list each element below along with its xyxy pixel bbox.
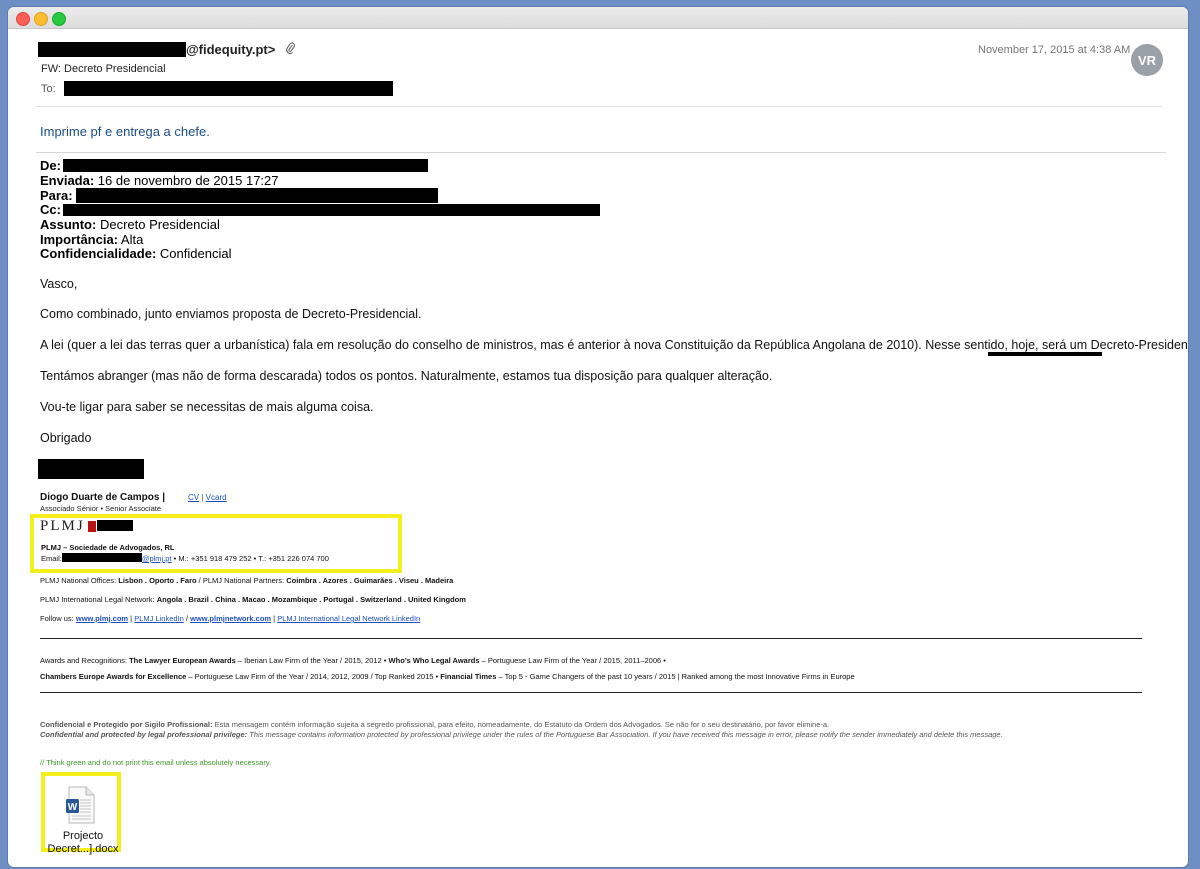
redacted-email-user	[61, 553, 142, 562]
plmj-network-link[interactable]: www.plmjnetwork.com	[190, 614, 271, 623]
body-paragraph-3: Tentámos abranger (mas não de forma desc…	[40, 369, 773, 383]
redacted-logo-text	[97, 520, 133, 531]
green-note: // Think green and do not print this ema…	[40, 758, 272, 767]
awards-divider-bottom	[40, 692, 1142, 693]
original-subject: Assunto: Decreto Presidencial	[40, 217, 220, 232]
original-importance: Importância: Alta	[40, 232, 144, 247]
forward-divider	[36, 152, 1166, 153]
signature-contact: Email: @plmj.pt • M.: +351 918 479 252 • …	[41, 553, 329, 563]
word-letter: W	[68, 802, 78, 813]
word-document-icon[interactable]: W	[66, 786, 96, 824]
redacted-sender-name	[38, 42, 186, 57]
original-to: Para:	[40, 188, 73, 203]
national-offices: PLMJ National Offices: Lisbon . Oporto .…	[40, 576, 454, 585]
signature-links: CV | Vcard	[188, 493, 227, 502]
redacted-signature	[38, 459, 144, 479]
original-from: De:	[40, 158, 61, 173]
closing: Obrigado	[40, 431, 92, 445]
minimize-window-button[interactable]	[34, 12, 48, 26]
message-date: November 17, 2015 at 4:38 AM	[978, 44, 1131, 56]
vcard-link[interactable]: Vcard	[206, 493, 227, 502]
title-bar	[8, 7, 1188, 29]
body-paragraph-2: A lei (quer a lei das terras quer a urba…	[40, 338, 1188, 352]
original-cc: Cc:	[40, 202, 61, 217]
redacted-original-from	[63, 159, 428, 172]
close-window-button[interactable]	[16, 12, 30, 26]
body-paragraph-1: Como combinado, junto enviamos proposta …	[40, 307, 422, 321]
signature-name: Diogo Duarte de Campos |	[40, 492, 166, 503]
plmj-logo: PLMJ	[40, 518, 85, 534]
redacted-original-to	[76, 188, 438, 203]
international-network: PLMJ International Legal Network: Angola…	[40, 595, 466, 604]
greeting: Vasco,	[40, 277, 78, 291]
paperclip-icon	[286, 42, 295, 57]
original-sent: Enviada: 16 de novembro de 2015 17:27	[40, 173, 279, 188]
email-link[interactable]: @plmj.pt	[142, 554, 172, 563]
firm-name: PLMJ – Sociedade de Advogados, RL	[41, 543, 175, 552]
to-label: To:	[41, 83, 56, 95]
signature-role: Associado Sénior • Senior Associate	[40, 504, 162, 513]
forward-note: Imprime pf e entrega a chefe.	[40, 124, 210, 139]
redacted-underline	[988, 352, 1102, 356]
redacted-recipient	[64, 81, 393, 96]
network-linkedin-link[interactable]: PLMJ International Legal Network LinkedI…	[277, 614, 420, 623]
body-paragraph-4: Vou-te ligar para saber se necessitas de…	[40, 400, 374, 414]
sender-address[interactable]: @fidequity.pt>	[186, 42, 275, 57]
zoom-window-button[interactable]	[52, 12, 66, 26]
avatar: VR	[1131, 44, 1163, 76]
message-subject: FW: Decreto Presidencial	[41, 63, 166, 75]
follow-us: Follow us: www.plmj.com | PLMJ LinkedIn …	[40, 614, 421, 623]
plmj-logo-mark	[88, 521, 96, 532]
header-divider	[36, 106, 1162, 107]
awards-line-1: Awards and Recognitions: The Lawyer Euro…	[40, 656, 666, 665]
original-confidentiality: Confidencialidade: Confidencial	[40, 246, 232, 261]
awards-divider-top	[40, 638, 1142, 639]
plmj-site-link[interactable]: www.plmj.com	[76, 614, 128, 623]
mail-window: @fidequity.pt> FW: Decreto Presidencial …	[8, 7, 1188, 867]
attachment-filename[interactable]: Projecto Decret...].docx	[44, 830, 122, 856]
redacted-original-cc	[63, 204, 600, 216]
plmj-linkedin-link[interactable]: PLMJ LinkedIn	[134, 614, 184, 623]
cv-link[interactable]: CV	[188, 493, 199, 502]
awards-line-2: Chambers Europe Awards for Excellence – …	[40, 672, 855, 681]
disclaimer-en: Confidential and protected by legal prof…	[40, 730, 1003, 739]
disclaimer-pt: Confidencial e Protegido por Sigilo Prof…	[40, 720, 830, 729]
